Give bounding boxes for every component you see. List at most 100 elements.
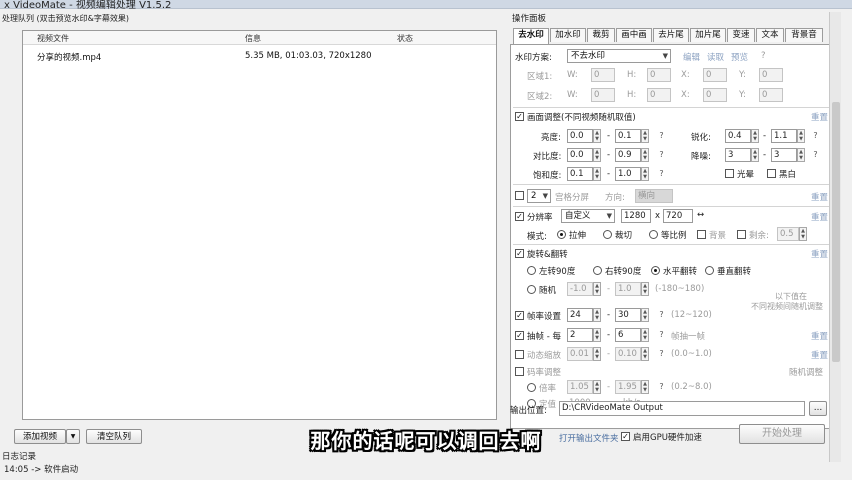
- output-path-input[interactable]: D:\CRVideoMate Output: [559, 401, 805, 416]
- multiplier-min-spin[interactable]: ▲ ▼: [593, 380, 601, 394]
- col-info[interactable]: 信息: [245, 33, 261, 44]
- fps-checkbox[interactable]: ✓: [515, 311, 524, 320]
- tab-trim-end[interactable]: 去片尾: [653, 28, 689, 42]
- extract-max[interactable]: 6: [615, 328, 641, 342]
- help-icon[interactable]: ?: [657, 349, 666, 358]
- resolution-height[interactable]: 720: [663, 209, 693, 223]
- panel-scrollbar[interactable]: [829, 12, 841, 462]
- zoom-min-spin[interactable]: ▲ ▼: [593, 347, 601, 361]
- extract-min-spin[interactable]: ▲ ▼: [593, 328, 601, 342]
- brightness-max-spin[interactable]: ▲ ▼: [641, 129, 649, 143]
- scheme-preview-link[interactable]: 预览: [731, 51, 748, 63]
- right90-radio[interactable]: [593, 266, 602, 275]
- swap-icon[interactable]: ↔: [697, 210, 704, 220]
- vflip-radio[interactable]: [705, 266, 714, 275]
- random-max[interactable]: 1.0: [615, 282, 641, 296]
- zoom-max[interactable]: 0.10: [615, 347, 641, 361]
- resolution-checkbox[interactable]: ✓: [515, 212, 524, 221]
- sharpen-max[interactable]: 1.1: [771, 129, 797, 143]
- glow-checkbox[interactable]: [725, 169, 734, 178]
- tab-remove-watermark[interactable]: 去水印: [513, 28, 549, 44]
- area2-h-input[interactable]: 0: [647, 88, 671, 102]
- scheme-select[interactable]: 不去水印 ▼: [567, 49, 671, 63]
- blur-checkbox[interactable]: [737, 230, 746, 239]
- blur-spin[interactable]: ▲ ▼: [799, 227, 807, 241]
- multiplier-max-spin[interactable]: ▲ ▼: [641, 380, 649, 394]
- bitrate-checkbox[interactable]: [515, 367, 524, 376]
- saturation-min[interactable]: 0.1: [567, 167, 593, 181]
- queue-list[interactable]: 视频文件 信息 状态 分享的视频.mp4 5.35 MB, 01:03.03, …: [22, 30, 497, 420]
- mode-ratio-radio[interactable]: [649, 230, 658, 239]
- sharpen-min-spin[interactable]: ▲ ▼: [751, 129, 759, 143]
- random-min[interactable]: -1.0: [567, 282, 593, 296]
- fps-min-spin[interactable]: ▲ ▼: [593, 308, 601, 322]
- fps-min[interactable]: 24: [567, 308, 593, 322]
- noise-max-spin[interactable]: ▲ ▼: [797, 148, 805, 162]
- noise-min-spin[interactable]: ▲ ▼: [751, 148, 759, 162]
- col-file[interactable]: 视频文件: [37, 33, 69, 44]
- help-icon[interactable]: ?: [657, 330, 666, 339]
- area1-h-input[interactable]: 0: [647, 68, 671, 82]
- grid-checkbox[interactable]: [515, 191, 524, 200]
- help-icon[interactable]: ?: [657, 169, 666, 178]
- contrast-min[interactable]: 0.0: [567, 148, 593, 162]
- browse-button[interactable]: …: [809, 401, 827, 416]
- extract-max-spin[interactable]: ▲ ▼: [641, 328, 649, 342]
- help-icon[interactable]: ?: [657, 131, 666, 140]
- contrast-max[interactable]: 0.9: [615, 148, 641, 162]
- saturation-max[interactable]: 1.0: [615, 167, 641, 181]
- brightness-min-spin[interactable]: ▲ ▼: [593, 129, 601, 143]
- tab-add-watermark[interactable]: 加水印: [550, 28, 586, 42]
- multiplier-radio[interactable]: [527, 383, 536, 392]
- area2-y-input[interactable]: 0: [759, 88, 783, 102]
- contrast-max-spin[interactable]: ▲ ▼: [641, 148, 649, 162]
- picture-reset-link[interactable]: 重置: [811, 111, 828, 123]
- sharpen-max-spin[interactable]: ▲ ▼: [797, 129, 805, 143]
- zoom-checkbox[interactable]: [515, 350, 524, 359]
- random-max-spin[interactable]: ▲ ▼: [641, 282, 649, 296]
- noise-max[interactable]: 3: [771, 148, 797, 162]
- rotate-checkbox[interactable]: ✓: [515, 249, 524, 258]
- background-checkbox[interactable]: [697, 230, 706, 239]
- noise-min[interactable]: 3: [725, 148, 751, 162]
- zoom-min[interactable]: 0.01: [567, 347, 593, 361]
- tab-crop[interactable]: 裁剪: [587, 28, 615, 42]
- left90-radio[interactable]: [527, 266, 536, 275]
- picture-checkbox[interactable]: ✓: [515, 112, 524, 121]
- bw-checkbox[interactable]: [767, 169, 776, 178]
- tab-bgm[interactable]: 背景音: [785, 28, 823, 42]
- multiplier-max[interactable]: 1.95: [615, 380, 641, 394]
- brightness-max[interactable]: 0.1: [615, 129, 641, 143]
- random-min-spin[interactable]: ▲ ▼: [593, 282, 601, 296]
- scheme-edit-link[interactable]: 编辑: [683, 51, 700, 63]
- help-icon[interactable]: ?: [657, 150, 666, 159]
- sharpen-min[interactable]: 0.4: [725, 129, 751, 143]
- tab-pip[interactable]: 画中画: [616, 28, 652, 42]
- extract-checkbox[interactable]: ✓: [515, 331, 524, 340]
- grid-help-link[interactable]: 重置: [811, 191, 828, 203]
- tab-text[interactable]: 文本: [756, 28, 784, 42]
- saturation-min-spin[interactable]: ▲ ▼: [593, 167, 601, 181]
- area1-x-input[interactable]: 0: [703, 68, 727, 82]
- hflip-radio[interactable]: [651, 266, 660, 275]
- blur-value[interactable]: 0.5: [777, 227, 799, 241]
- resolution-help-link[interactable]: 重置: [811, 211, 828, 223]
- zoom-max-spin[interactable]: ▲ ▼: [641, 347, 649, 361]
- help-icon[interactable]: ?: [657, 382, 666, 391]
- help-icon[interactable]: ?: [761, 51, 766, 61]
- area2-x-input[interactable]: 0: [703, 88, 727, 102]
- brightness-min[interactable]: 0.0: [567, 129, 593, 143]
- mode-stretch-radio[interactable]: [557, 230, 566, 239]
- random-radio[interactable]: [527, 285, 536, 294]
- grid-direction-select[interactable]: 横向: [635, 189, 673, 203]
- extract-min[interactable]: 2: [567, 328, 593, 342]
- fps-max-spin[interactable]: ▲ ▼: [641, 308, 649, 322]
- area1-w-input[interactable]: 0: [591, 68, 615, 82]
- saturation-max-spin[interactable]: ▲ ▼: [641, 167, 649, 181]
- grid-count-select[interactable]: 2 ▼: [527, 189, 551, 203]
- area1-y-input[interactable]: 0: [759, 68, 783, 82]
- scrollbar-thumb[interactable]: [832, 102, 840, 362]
- multiplier-min[interactable]: 1.05: [567, 380, 593, 394]
- fps-max[interactable]: 30: [615, 308, 641, 322]
- resolution-width[interactable]: 1280: [621, 209, 651, 223]
